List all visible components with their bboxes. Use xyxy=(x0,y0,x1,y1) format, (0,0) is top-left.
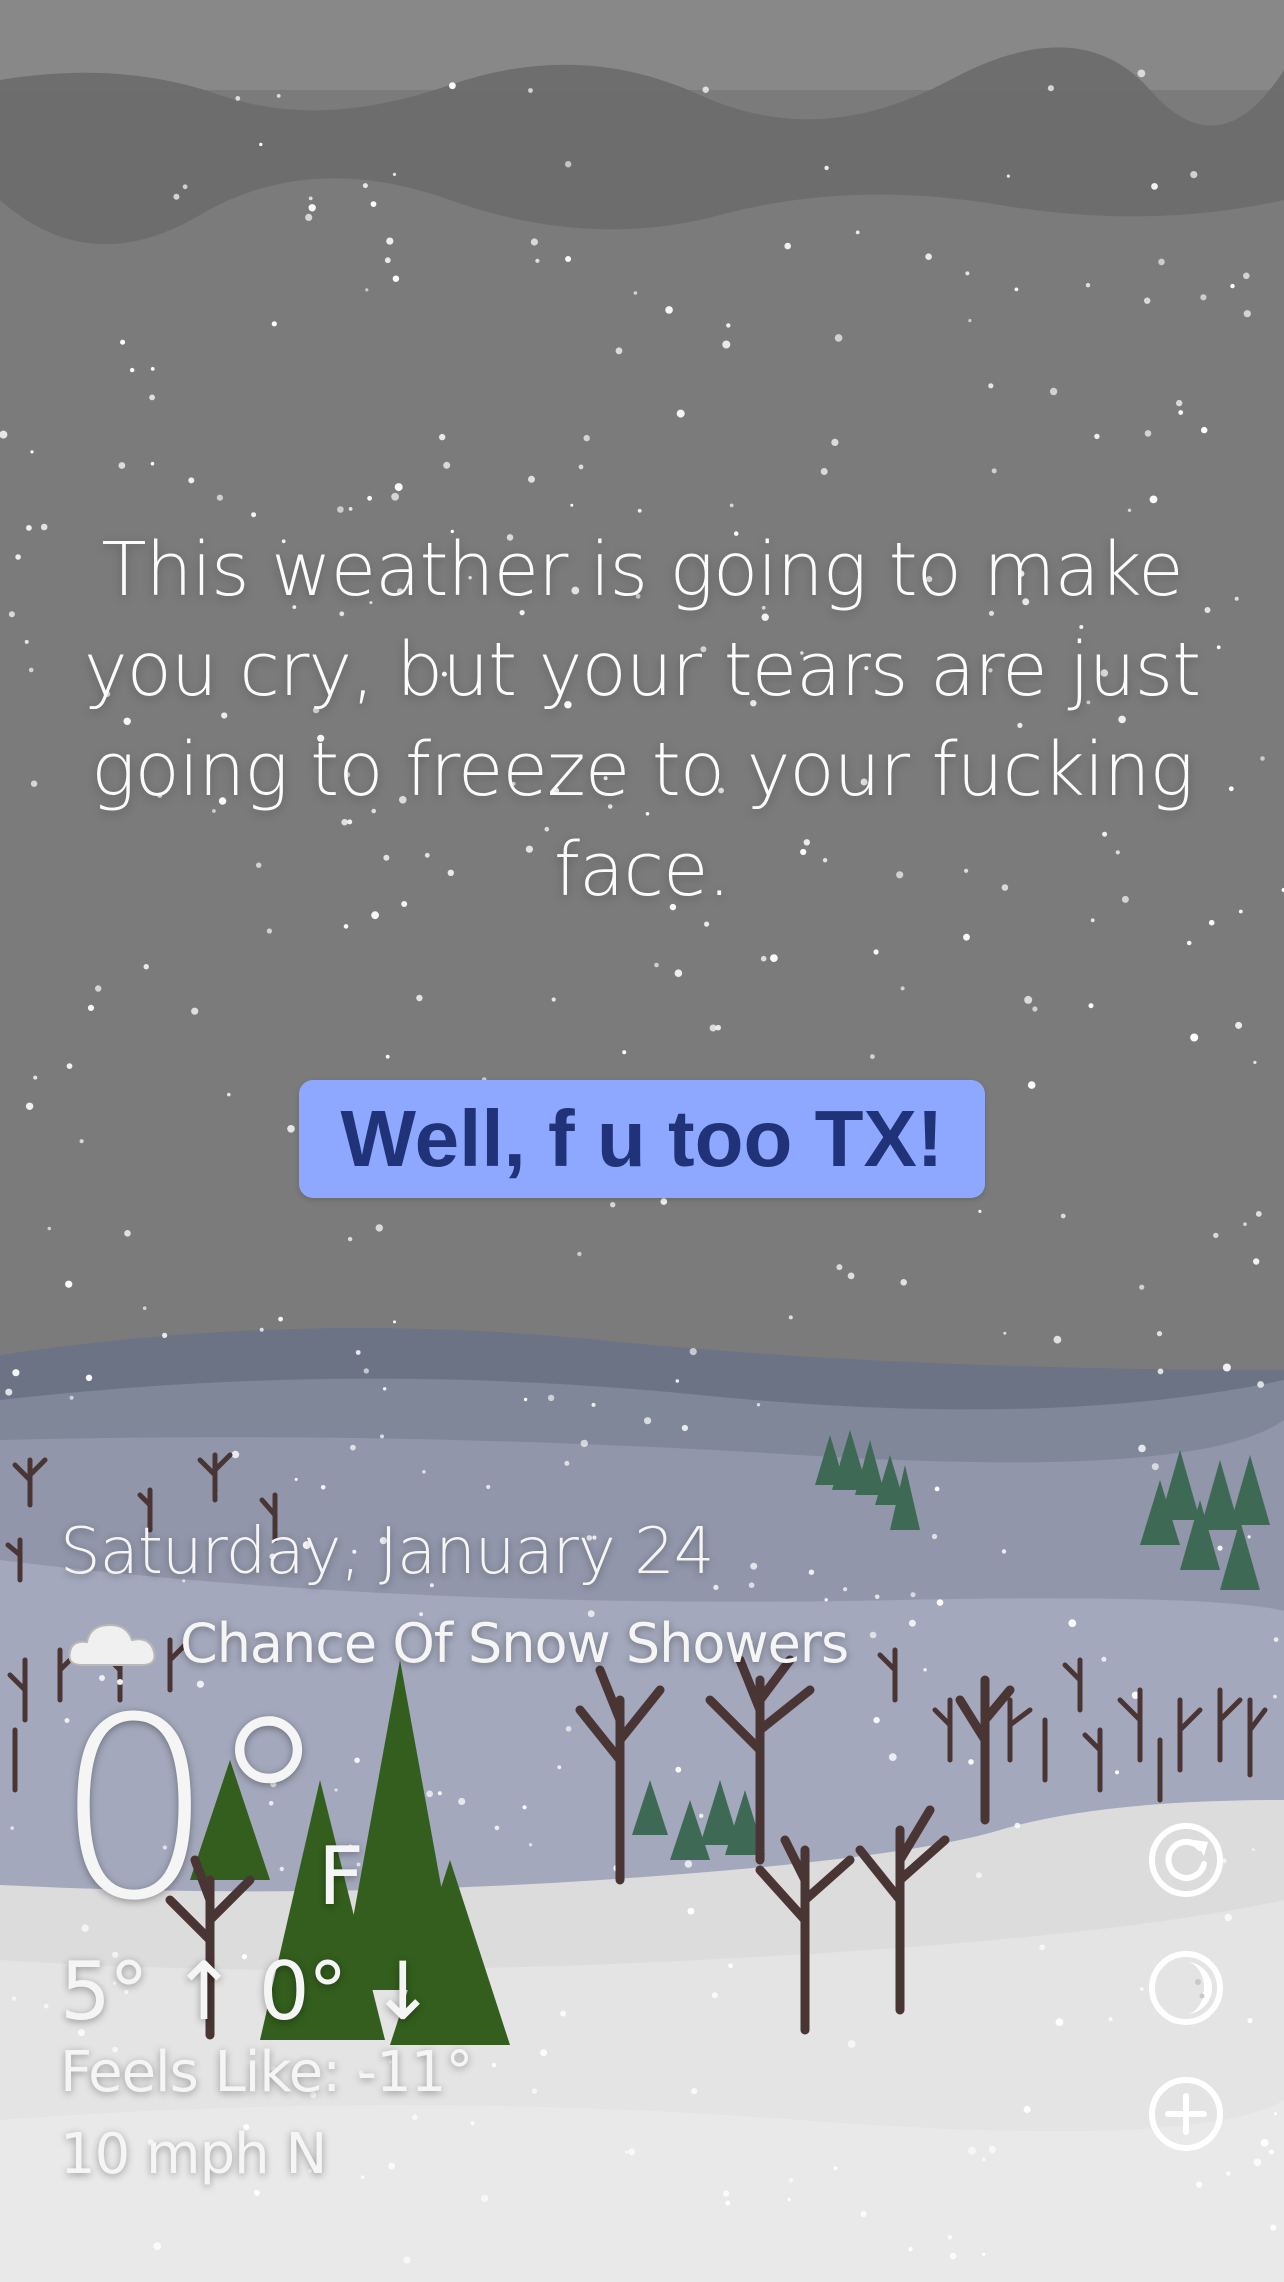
date-label: Saturday, January 24 xyxy=(60,1515,714,1589)
feels-like-label: Feels Like: -11° xyxy=(60,2040,473,2105)
add-location-icon[interactable] xyxy=(1146,2074,1226,2154)
high-low-temperature: 5° ↑ 0° ↓ xyxy=(60,1945,436,2038)
temperature-unit: F xyxy=(318,1830,365,1923)
reply-button[interactable]: Well, f u too TX! xyxy=(299,1080,985,1198)
current-temperature: 0° xyxy=(55,1664,331,1955)
weather-message: This weather is going to make you cry, b… xyxy=(83,527,1201,913)
moon-phase-icon[interactable] xyxy=(1146,1948,1226,2028)
wind-label: 10 mph N xyxy=(60,2122,327,2187)
refresh-icon[interactable] xyxy=(1146,1820,1226,1900)
